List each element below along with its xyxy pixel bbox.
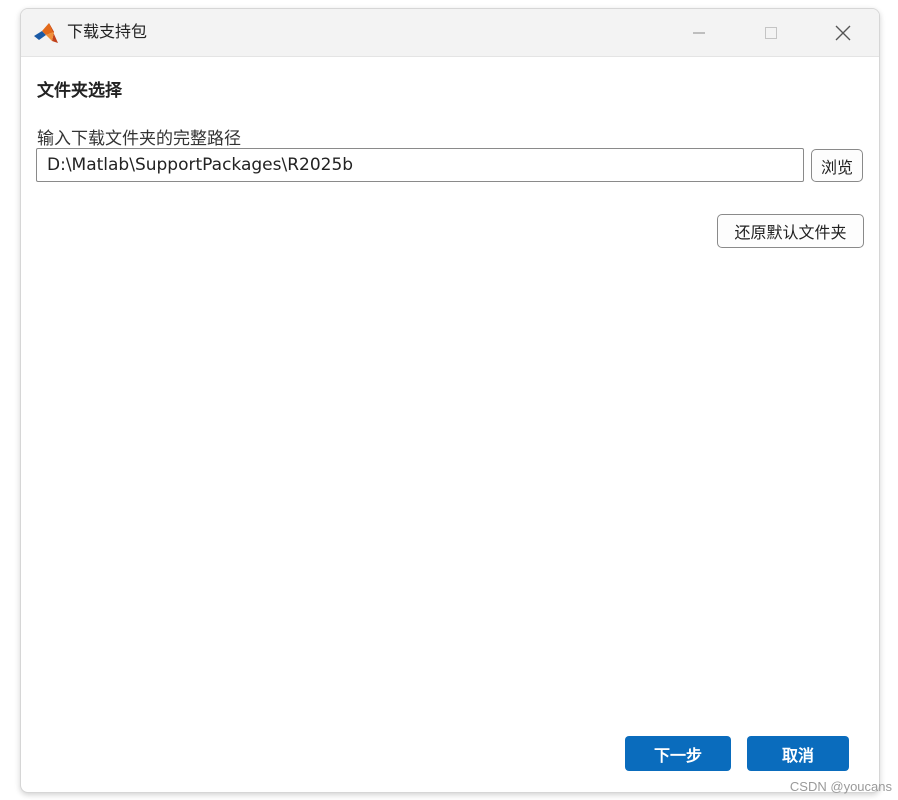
next-button[interactable]: 下一步 (625, 736, 731, 771)
minimize-button[interactable] (669, 9, 729, 56)
window-title: 下载支持包 (67, 22, 148, 41)
title-bar[interactable]: 下载支持包 (21, 9, 879, 57)
path-label: 输入下载文件夹的完整路径 (37, 129, 241, 149)
maximize-icon (765, 26, 777, 39)
watermark: CSDN @youcans (789, 779, 892, 794)
section-title: 文件夹选择 (37, 81, 122, 101)
close-icon (835, 25, 851, 40)
download-support-package-window: 下载支持包 文件夹选择 输入下载文件夹的完整路径 浏览 还原默认文件夹 下一步 … (20, 8, 880, 793)
browse-button[interactable]: 浏览 (811, 149, 863, 182)
path-input[interactable] (36, 148, 804, 182)
close-button[interactable] (813, 9, 873, 56)
maximize-button[interactable] (741, 9, 801, 56)
restore-default-folder-button[interactable]: 还原默认文件夹 (717, 214, 864, 248)
matlab-logo-icon (34, 23, 58, 43)
cancel-button[interactable]: 取消 (747, 736, 849, 771)
minimize-icon (693, 32, 705, 33)
